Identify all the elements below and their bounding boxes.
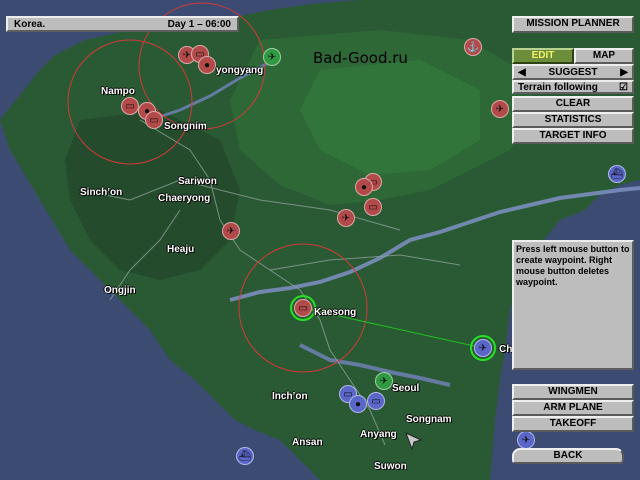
place-label: Ansan — [292, 437, 323, 448]
friendly-airfield-icon[interactable]: ✈ — [375, 372, 393, 390]
terrain-following-row[interactable]: Terrain following ☑ — [512, 80, 634, 94]
friendly-unit-icon[interactable]: ✈ — [517, 431, 535, 449]
enemy-unit-icon[interactable]: ● — [355, 178, 373, 196]
mission-map-screen: ✈ ▭ ● ▭ ● ▭ ⚓ ✈ ▭ ● ▭ ✈ ✈ ▭ ✈ ✈ ⛴ ✈ ▭ ● … — [0, 0, 640, 480]
mouse-cursor-icon — [405, 432, 423, 450]
enemy-unit-icon[interactable]: ● — [198, 56, 216, 74]
help-panel: Press left mouse button to create waypoi… — [512, 240, 634, 370]
friendly-unit-icon[interactable]: ⛴ — [608, 165, 626, 183]
status-day-time: Day 1 – 06:00 — [167, 19, 231, 30]
friendly-unit-icon[interactable]: ● — [349, 395, 367, 413]
clear-button[interactable]: CLEAR — [512, 96, 634, 112]
suggest-row[interactable]: ◀ SUGGEST ▶ — [512, 64, 634, 80]
friendly-unit-icon[interactable]: ▭ — [367, 392, 385, 410]
place-label: Suwon — [374, 461, 407, 472]
suggest-next-icon[interactable]: ▶ — [620, 67, 628, 78]
tab-map-label: MAP — [592, 50, 616, 61]
place-label: Chaeryong — [158, 193, 211, 204]
enemy-unit-icon[interactable]: ⚓ — [464, 38, 482, 56]
enemy-unit-icon[interactable]: ✈ — [337, 209, 355, 227]
place-label: Songnam — [406, 414, 452, 425]
place-label: Inch’on — [272, 391, 308, 402]
friendly-unit-icon[interactable]: ✈ — [474, 339, 492, 357]
suggest-label: SUGGEST — [548, 67, 598, 78]
place-label: Kaesong — [314, 307, 357, 318]
status-bar: Korea. Day 1 – 06:00 — [6, 16, 239, 32]
tab-edit[interactable]: EDIT — [512, 48, 574, 64]
enemy-unit-icon[interactable]: ▭ — [294, 299, 312, 317]
terrain-following-checkbox[interactable]: ☑ — [619, 82, 628, 93]
place-label: Songnim — [164, 121, 207, 132]
arm-plane-button[interactable]: ARM PLANE — [512, 400, 634, 416]
enemy-unit-icon[interactable]: ▭ — [364, 198, 382, 216]
tab-map[interactable]: MAP — [574, 48, 634, 64]
place-label: Heaju — [167, 244, 195, 255]
place-label: Nampo — [101, 86, 135, 97]
place-label: Ch — [499, 344, 513, 355]
wingmen-button[interactable]: WINGMEN — [512, 384, 634, 400]
takeoff-button[interactable]: TAKEOFF — [512, 416, 634, 432]
friendly-airfield-icon[interactable]: ✈ — [263, 48, 281, 66]
friendly-unit-icon[interactable]: ⛴ — [236, 447, 254, 465]
enemy-unit-icon[interactable]: ▭ — [121, 97, 139, 115]
statistics-button[interactable]: STATISTICS — [512, 112, 634, 128]
watermark-text: Bad-Good.ru — [313, 49, 408, 67]
enemy-unit-icon[interactable]: ▭ — [145, 111, 163, 129]
tab-edit-label: EDIT — [531, 50, 555, 61]
enemy-unit-icon[interactable]: ✈ — [491, 100, 509, 118]
place-label: Seoul — [392, 383, 420, 394]
suggest-prev-icon[interactable]: ◀ — [518, 67, 526, 78]
enemy-unit-icon[interactable]: ✈ — [222, 222, 240, 240]
place-label: Anyang — [360, 429, 397, 440]
help-text: Press left mouse button to create waypoi… — [516, 244, 630, 287]
place-label: Sinch’on — [80, 187, 123, 198]
target-info-button[interactable]: TARGET INFO — [512, 128, 634, 144]
status-location: Korea. — [14, 19, 46, 30]
terrain-following-label: Terrain following — [518, 82, 598, 93]
back-button[interactable]: BACK — [512, 448, 624, 464]
mission-planner-title: MISSION PLANNER — [512, 16, 634, 33]
place-label: Ongjin — [104, 285, 136, 296]
place-label: yongyang — [216, 65, 264, 76]
place-label: Sariwon — [178, 176, 217, 187]
